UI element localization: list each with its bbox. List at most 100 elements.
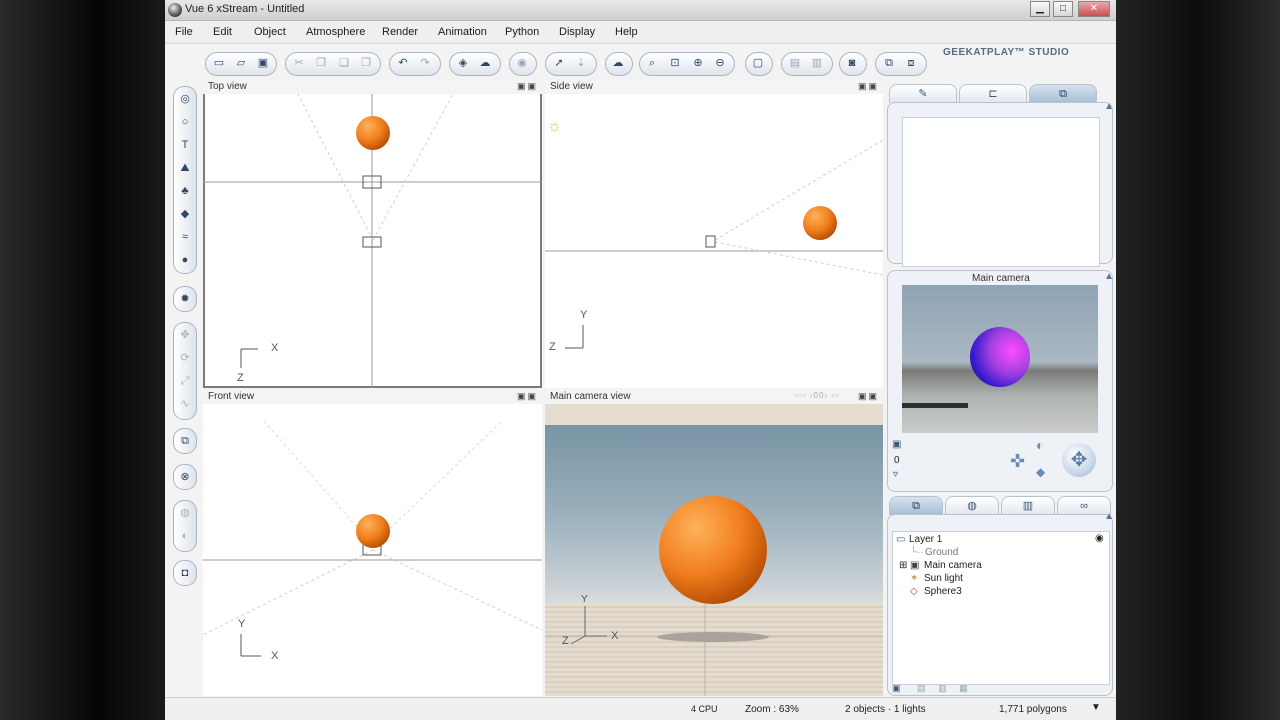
camera-tool-icon[interactable]: ◘ — [177, 565, 193, 581]
tab-objects[interactable]: ▥ — [1001, 496, 1055, 515]
atmosphere-icon[interactable]: ◉ — [514, 55, 530, 71]
sphere-object[interactable] — [659, 496, 767, 604]
redo-icon[interactable]: ↷ — [417, 55, 433, 71]
drop-icon[interactable]: ⇣ — [573, 55, 589, 71]
tab-animation[interactable]: ⧉ — [1029, 84, 1097, 103]
undo-tool-group: ↶ ↷ — [389, 52, 441, 76]
move-icon[interactable]: ✥ — [177, 327, 193, 343]
zoom-fit-icon[interactable]: ⊡ — [667, 55, 683, 71]
tree-item-sphere3[interactable]: Sphere3 — [924, 586, 962, 597]
layer-name[interactable]: Layer 1 — [909, 534, 942, 545]
menu-display[interactable]: Display — [559, 26, 595, 38]
metablob-icon[interactable]: ◍ — [177, 505, 193, 521]
frame-down-icon[interactable]: ▿ — [893, 469, 898, 480]
layer-props-icon[interactable]: ▥ — [938, 683, 947, 693]
select-icon[interactable]: ➚ — [551, 55, 567, 71]
twist-icon[interactable]: ∿ — [177, 396, 193, 412]
cut-plane-icon[interactable]: ◐ — [177, 528, 193, 544]
sun-light-icon[interactable]: ☼ — [547, 118, 562, 136]
pan-icon[interactable]: ✜ — [1010, 451, 1025, 472]
visibility-eye-icon[interactable]: ◉ — [1095, 533, 1104, 544]
boolean-icon[interactable]: ⊗ — [177, 469, 193, 485]
sphere-object[interactable] — [356, 116, 390, 150]
single-view-icon[interactable]: ▢ — [750, 55, 766, 71]
plant-icon[interactable]: ♣ — [177, 183, 193, 199]
main-camera-viewport[interactable]: Main camera view ▫▫▫ ‹00› ▫▫ ▣▣ X Y Z — [545, 390, 883, 696]
move-camera-icon[interactable]: ✥ — [1062, 443, 1096, 477]
axis-x-label: X — [611, 630, 619, 642]
cut-icon[interactable]: ✂ — [291, 55, 307, 71]
collapse-icon[interactable]: ▲ — [1104, 101, 1114, 112]
menu-python[interactable]: Python — [505, 26, 539, 38]
water-icon[interactable]: ≈ — [177, 229, 193, 245]
text-icon[interactable]: T — [177, 137, 193, 153]
group-icon[interactable]: ⧉ — [177, 433, 193, 449]
duplicate-icon[interactable]: ❒ — [358, 55, 374, 71]
render-icon[interactable]: ◈ — [455, 55, 471, 71]
close-button[interactable]: ✕ — [1078, 1, 1110, 17]
app-window: Vue 6 xStream - Untitled ▁ □ ✕ File Edit… — [165, 0, 1116, 720]
atmosphere-tool-group: ◉ — [509, 52, 537, 76]
window-title: Vue 6 xStream - Untitled — [185, 3, 305, 15]
layout-icon[interactable]: ▤ — [787, 55, 803, 71]
expand-icon[interactable]: ⊞ — [899, 560, 907, 571]
tree-item-sun-light[interactable]: Sun light — [924, 573, 963, 584]
object-preview-area — [902, 117, 1100, 267]
rock-icon[interactable]: ◆ — [177, 206, 193, 222]
menu-atmosphere[interactable]: Atmosphere — [306, 26, 365, 38]
torus-icon[interactable]: ○ — [177, 114, 193, 130]
cloud-render-icon[interactable]: ☁ — [477, 55, 493, 71]
open-file-icon[interactable]: ▱ — [233, 55, 249, 71]
layer-move-icon[interactable]: ▦ — [959, 683, 968, 693]
camera-icon[interactable]: ◙ — [844, 55, 860, 71]
dolly-icon[interactable]: ◆ — [1036, 465, 1045, 479]
tab-numerics[interactable]: ⊏ — [959, 84, 1027, 103]
new-file-icon[interactable]: ▭ — [211, 55, 227, 71]
delete-layer-icon[interactable]: ▤ — [917, 683, 926, 693]
side-viewport[interactable]: Side view ▣▣ ☼ Z Y — [545, 80, 883, 388]
render-preview-icon[interactable]: ⧈ — [903, 55, 919, 71]
camera-marker[interactable] — [705, 235, 716, 248]
layout-2-icon[interactable]: ▥ — [809, 55, 825, 71]
zoom-in-icon[interactable]: ⊕ — [690, 55, 706, 71]
menu-file[interactable]: File — [175, 26, 193, 38]
clouds-icon[interactable]: ☁ — [610, 55, 626, 71]
terrain-icon[interactable]: ⛰ — [177, 160, 193, 176]
new-layer-icon[interactable]: ▣ — [892, 683, 901, 693]
frame-store-icon[interactable]: ▣ — [892, 439, 901, 450]
zoom-region-icon[interactable]: ⌕ — [644, 55, 660, 71]
menu-edit[interactable]: Edit — [213, 26, 232, 38]
copy-icon[interactable]: ❐ — [313, 55, 329, 71]
tab-materials[interactable]: ◍ — [945, 496, 999, 515]
menu-help[interactable]: Help — [615, 26, 638, 38]
render-area-icon[interactable]: ⧉ — [881, 55, 897, 71]
tab-layers[interactable]: ⧉ — [889, 496, 943, 515]
paste-icon[interactable]: ❏ — [336, 55, 352, 71]
front-viewport[interactable]: Front view ▣▣ X Y — [203, 390, 542, 696]
minimize-button[interactable]: ▁ — [1030, 1, 1050, 17]
sphere-object[interactable] — [803, 206, 837, 240]
top-viewport[interactable]: Top view ▣▣ X Z — [203, 80, 542, 388]
tree-item-ground[interactable]: Ground — [925, 547, 958, 558]
sphere-icon[interactable]: ◎ — [177, 91, 193, 107]
tab-links[interactable]: ∞ — [1057, 496, 1111, 515]
maximize-button[interactable]: □ — [1053, 1, 1073, 17]
ecosystem-icon[interactable]: ● — [177, 252, 193, 268]
axis-z-label: Z — [562, 635, 569, 647]
save-icon[interactable]: ▣ — [255, 55, 271, 71]
tree-item-main-camera[interactable]: Main camera — [924, 560, 982, 571]
sphere-object[interactable] — [356, 514, 390, 548]
status-dropdown-icon[interactable]: ▼ — [1091, 702, 1101, 713]
rotate-icon[interactable]: ⟳ — [177, 350, 193, 366]
menu-render[interactable]: Render — [382, 26, 418, 38]
collapse-icon[interactable]: ▲ — [1104, 271, 1114, 282]
light-icon[interactable]: ✹ — [177, 291, 193, 307]
menu-object[interactable]: Object — [254, 26, 286, 38]
rotate-camera-icon[interactable]: ◐ — [1036, 437, 1044, 453]
menu-animation[interactable]: Animation — [438, 26, 487, 38]
undo-icon[interactable]: ↶ — [395, 55, 411, 71]
scale-icon[interactable]: ⤢ — [177, 373, 193, 389]
tab-aspect[interactable]: ✎ — [889, 84, 957, 103]
collapse-icon[interactable]: ▲ — [1104, 511, 1114, 522]
zoom-out-icon[interactable]: ⊖ — [712, 55, 728, 71]
